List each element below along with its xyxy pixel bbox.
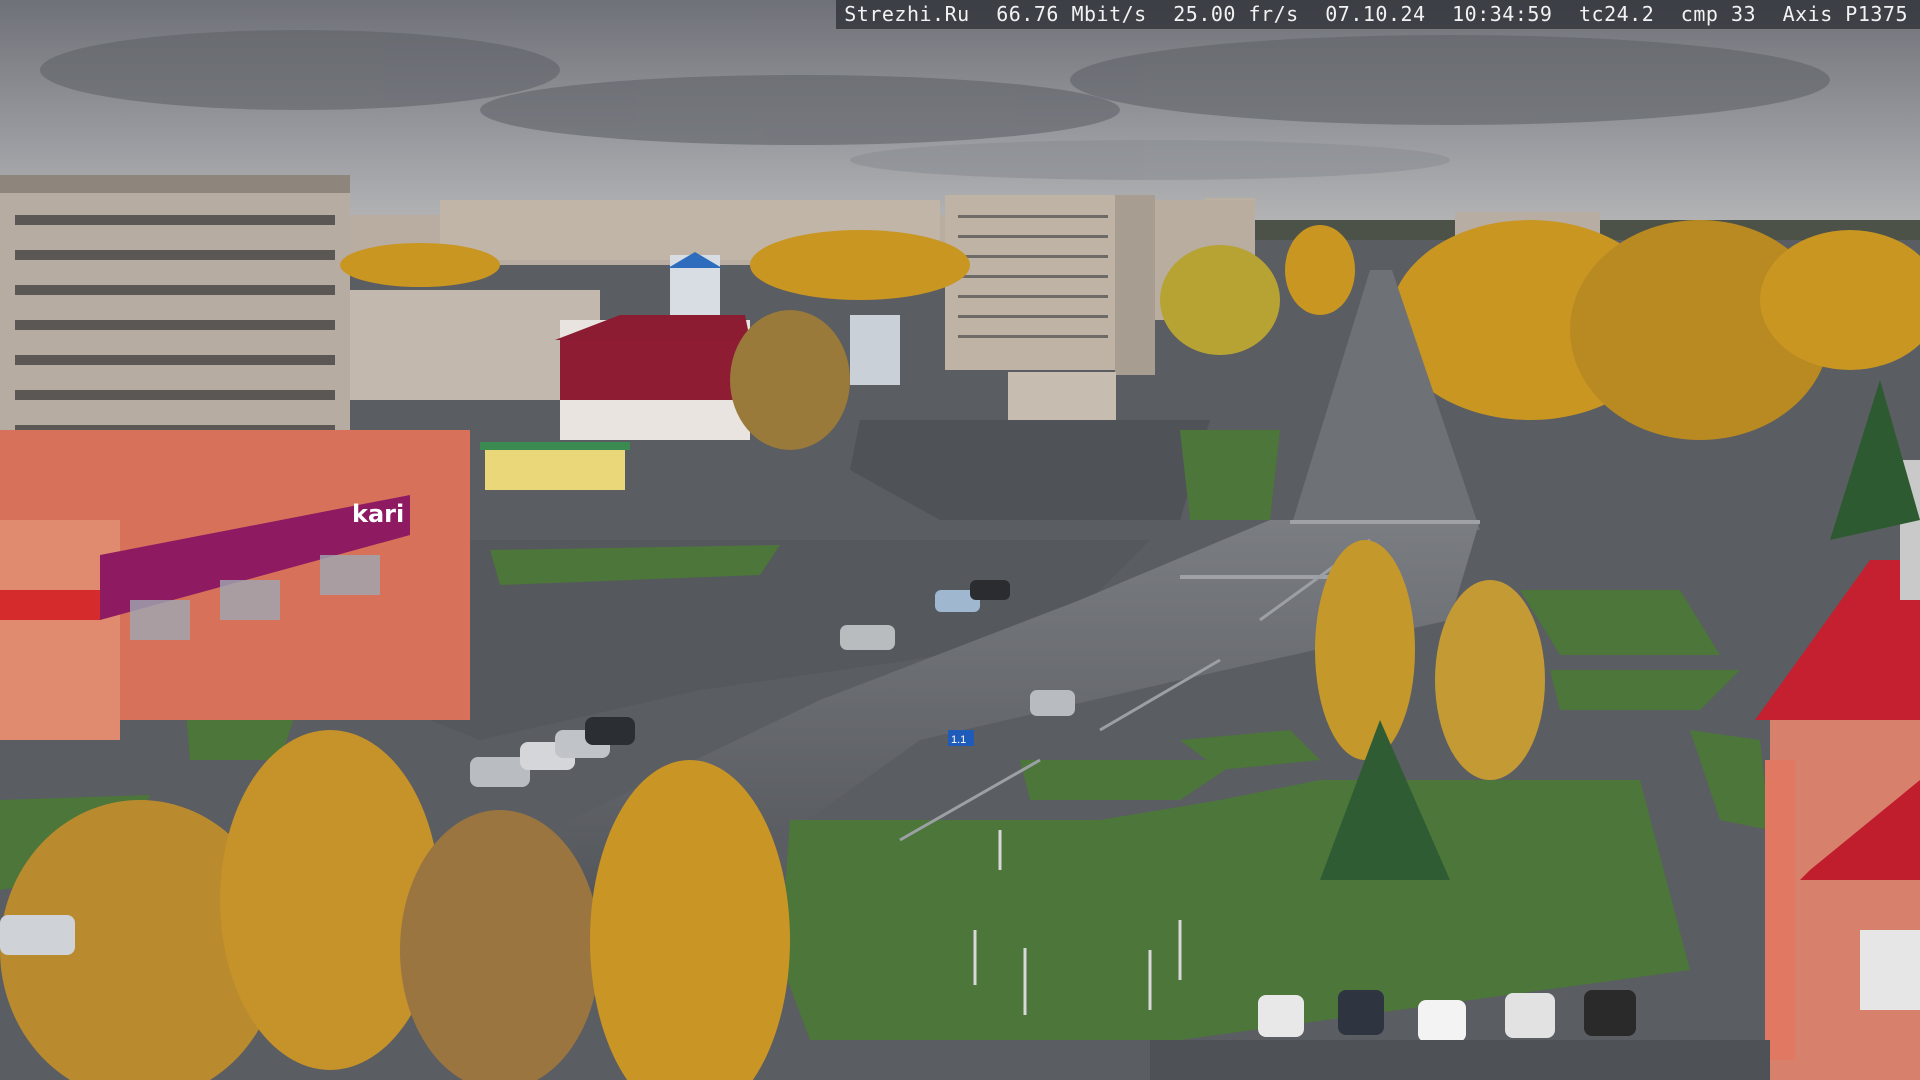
road-sign-text: 1.1 (951, 734, 966, 746)
camera-info-overlay: Strezhi.Ru 66.76 Mbit/s 25.00 fr/s 07.10… (836, 0, 1920, 29)
overlay-tc: tc24.2 (1578, 2, 1655, 26)
overlay-camera-model: Axis P1375 (1782, 2, 1908, 26)
overlay-site: Strezhi.Ru (844, 2, 970, 26)
kiosk-roof (480, 442, 630, 450)
store-sign-text: kari (352, 500, 404, 528)
overlay-framerate: 25.00 fr/s (1173, 2, 1299, 26)
overlay-cmp: cmp 33 (1680, 2, 1757, 26)
kari-store-building (0, 430, 470, 740)
bottom-parking-lot (1150, 1040, 1770, 1080)
city-webcam-view: kari 1.1 (0, 0, 1920, 1080)
kiosk-building (485, 448, 625, 490)
overlay-time: 10:34:59 (1452, 2, 1553, 26)
overlay-bitrate: 66.76 Mbit/s (996, 2, 1147, 26)
overlay-date: 07.10.24 (1325, 2, 1426, 26)
